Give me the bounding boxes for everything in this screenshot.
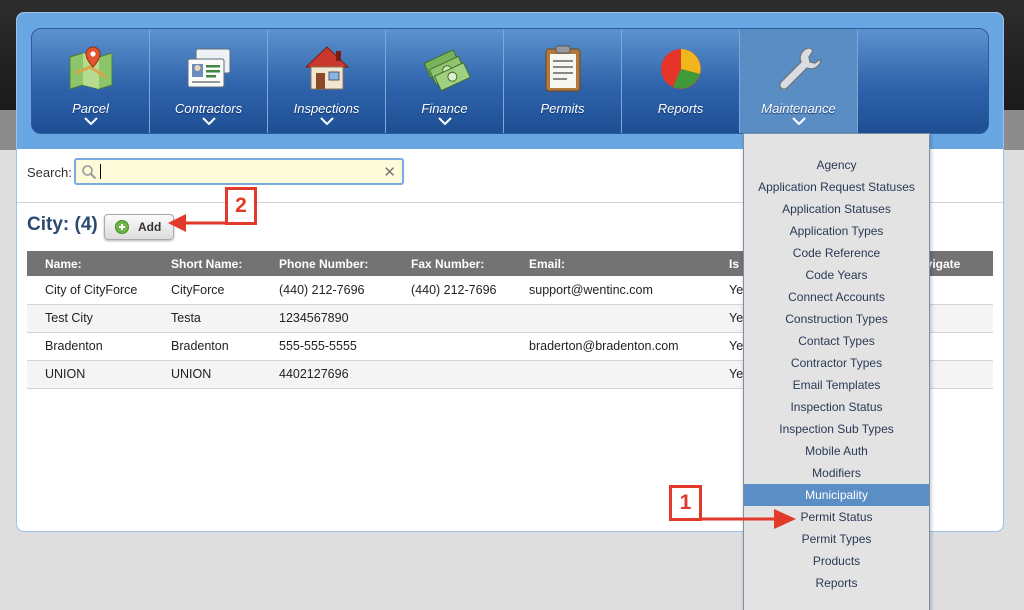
cell-phone: 555-555-5555 <box>261 332 393 361</box>
text-caret <box>100 164 101 179</box>
panel-header: Parcel Contractors Inspections Finance P… <box>17 13 1003 149</box>
nav-item-reports[interactable]: Reports <box>622 29 740 133</box>
nav-item-inspections[interactable]: Inspections <box>268 29 386 133</box>
nav-label: Inspections <box>293 101 360 116</box>
menu-item-application-types[interactable]: Application Types <box>744 220 929 242</box>
menu-item-products[interactable]: Products <box>744 550 929 572</box>
menu-item-permit-types[interactable]: Permit Types <box>744 528 929 550</box>
search-label: Search: <box>27 165 72 180</box>
cell-email <box>511 360 711 389</box>
menu-item-municipality[interactable]: Municipality <box>744 484 929 506</box>
chevron-down-icon <box>792 117 806 125</box>
cell-fax <box>393 332 511 361</box>
cell-phone: 4402127696 <box>261 360 393 389</box>
menu-item-contractor-types[interactable]: Contractor Types <box>744 352 929 374</box>
cell-fax <box>393 304 511 333</box>
nav-item-contractors[interactable]: Contractors <box>150 29 268 133</box>
cell-short-name: Testa <box>153 304 261 333</box>
column-header[interactable]: Email: <box>511 251 711 276</box>
add-button[interactable]: Add <box>104 214 174 240</box>
clipboard-icon <box>545 45 581 92</box>
cell-name: City of CityForce <box>27 276 153 305</box>
money-icon <box>423 49 470 92</box>
menu-item-modifiers[interactable]: Modifiers <box>744 462 929 484</box>
column-header[interactable]: Phone Number: <box>261 251 393 276</box>
chevron-down-icon <box>84 117 98 125</box>
menu-item-reports[interactable]: Reports <box>744 572 929 594</box>
cell-short-name: CityForce <box>153 276 261 305</box>
wrench-icon <box>779 47 822 90</box>
nav-label: Reports <box>657 101 704 116</box>
chevron-down-icon <box>320 117 334 125</box>
cell-phone: 1234567890 <box>261 304 393 333</box>
cell-email <box>511 304 711 333</box>
menu-item-contact-types[interactable]: Contact Types <box>744 330 929 352</box>
cell-email: support@wentinc.com <box>511 276 711 305</box>
nav-item-permits[interactable]: Permits <box>504 29 622 133</box>
plus-icon <box>115 220 129 234</box>
nav-label: Parcel <box>72 101 109 116</box>
cell-name: Test City <box>27 304 153 333</box>
callout-2: 2 <box>225 187 257 225</box>
search-icon <box>82 165 97 180</box>
nav-label: Contractors <box>174 101 243 116</box>
menu-item-code-years[interactable]: Code Years <box>744 264 929 286</box>
cell-short-name: Bradenton <box>153 332 261 361</box>
callout-1: 1 <box>669 485 702 521</box>
id-card-icon <box>187 48 231 88</box>
menu-item-application-statuses[interactable]: Application Statuses <box>744 198 929 220</box>
cell-name: UNION <box>27 360 153 389</box>
menu-item-mobile-auth[interactable]: Mobile Auth <box>744 440 929 462</box>
menu-item-email-templates[interactable]: Email Templates <box>744 374 929 396</box>
maintenance-dropdown: Agency Application Request Statuses Appl… <box>743 133 930 610</box>
nav-item-maintenance[interactable]: Maintenance <box>740 29 858 133</box>
nav-label: Finance <box>421 101 468 116</box>
page-title: City: (4) <box>27 214 98 235</box>
menu-item-application-request-statuses[interactable]: Application Request Statuses <box>744 176 929 198</box>
map-pin-icon <box>69 46 113 90</box>
search-input[interactable]: ✕ <box>74 158 404 185</box>
nav-item-parcel[interactable]: Parcel <box>32 29 150 133</box>
menu-item-connect-accounts[interactable]: Connect Accounts <box>744 286 929 308</box>
house-icon <box>304 46 350 90</box>
cell-fax <box>393 360 511 389</box>
clear-icon[interactable]: ✕ <box>383 163 396 181</box>
arrow-right-icon <box>700 509 796 529</box>
cell-fax: (440) 212-7696 <box>393 276 511 305</box>
chevron-down-icon <box>438 117 452 125</box>
nav-label: Permits <box>540 101 585 116</box>
chevron-down-icon <box>202 117 216 125</box>
menu-item-code-reference[interactable]: Code Reference <box>744 242 929 264</box>
cell-email: braderton@bradenton.com <box>511 332 711 361</box>
pie-chart-icon <box>661 49 701 89</box>
cell-name: Bradenton <box>27 332 153 361</box>
column-header[interactable]: Short Name: <box>153 251 261 276</box>
menu-item-agency[interactable]: Agency <box>744 154 929 176</box>
menu-item-inspection-sub-types[interactable]: Inspection Sub Types <box>744 418 929 440</box>
column-header[interactable]: Fax Number: <box>393 251 511 276</box>
add-button-label: Add <box>138 220 162 234</box>
nav-item-finance[interactable]: Finance <box>386 29 504 133</box>
main-nav: Parcel Contractors Inspections Finance P… <box>31 28 989 134</box>
menu-item-inspection-status[interactable]: Inspection Status <box>744 396 929 418</box>
menu-item-construction-types[interactable]: Construction Types <box>744 308 929 330</box>
arrow-left-icon <box>168 214 228 232</box>
nav-label: Maintenance <box>761 101 836 116</box>
cell-phone: (440) 212-7696 <box>261 276 393 305</box>
column-header[interactable]: Name: <box>27 251 153 276</box>
cell-short-name: UNION <box>153 360 261 389</box>
